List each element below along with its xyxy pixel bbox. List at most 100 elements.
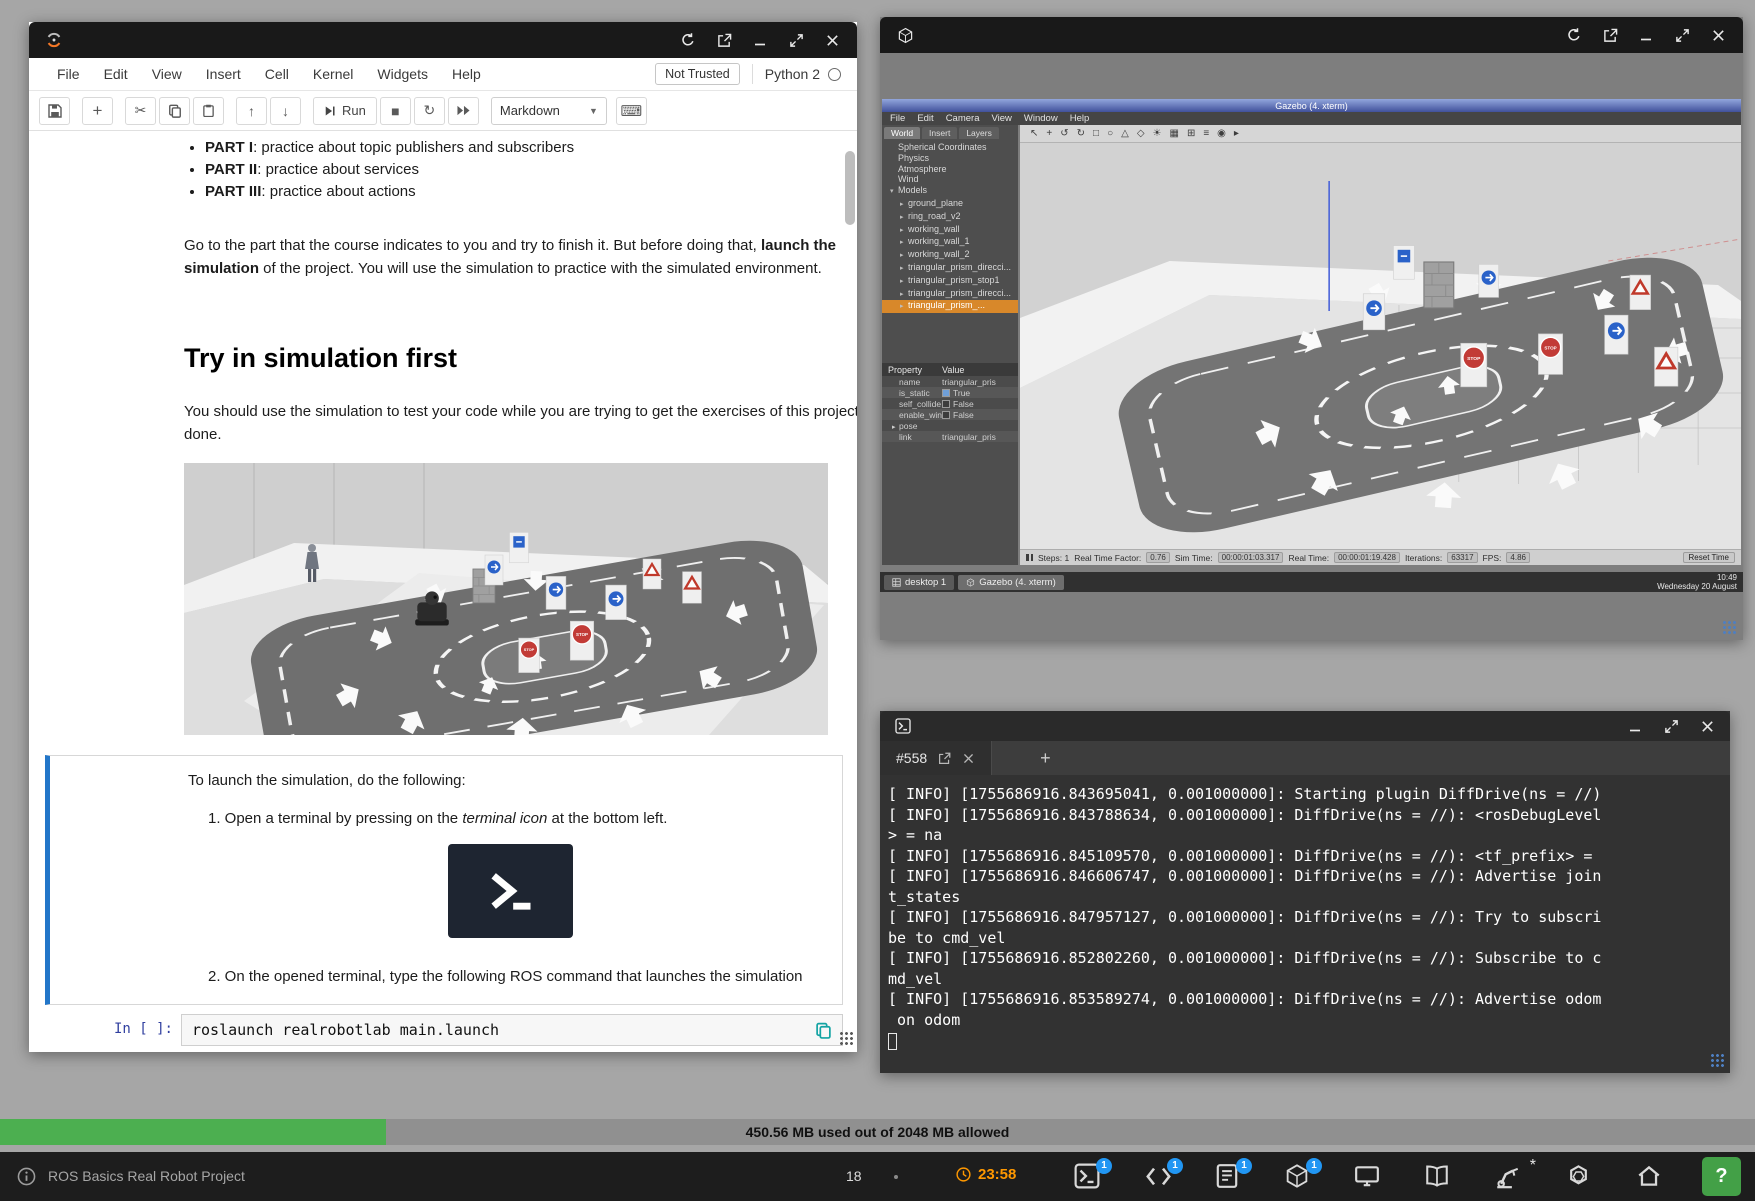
- property-row[interactable]: self_collide False: [882, 398, 1018, 409]
- desktop-switcher[interactable]: desktop 1: [884, 575, 954, 590]
- tab-insert[interactable]: Insert: [922, 127, 957, 139]
- gazebo-tool-icon[interactable]: △: [1121, 125, 1129, 143]
- taskbar-window-button[interactable]: Gazebo (4. xterm): [958, 575, 1064, 590]
- command-palette-button[interactable]: ⌨: [616, 97, 647, 125]
- tree-item[interactable]: Spherical Coordinates: [882, 142, 1018, 153]
- open-external-icon[interactable]: [711, 29, 737, 51]
- menu-insert[interactable]: Insert: [194, 66, 253, 82]
- remote-desktop[interactable]: Gazebo (4. xterm) FileEditCameraViewWind…: [880, 53, 1743, 640]
- checkbox-icon[interactable]: [942, 411, 950, 419]
- gazebo-tool-icon[interactable]: ○: [1107, 125, 1113, 143]
- tree-item[interactable]: Physics: [882, 153, 1018, 164]
- copy-code-icon[interactable]: [815, 1022, 832, 1039]
- gazebo-titlebar[interactable]: [880, 17, 1743, 53]
- dock-chatgpt-icon[interactable]: [1565, 1163, 1593, 1191]
- tree-item[interactable]: ▸triangular_prism_stop1: [882, 275, 1018, 288]
- add-cell-button[interactable]: +: [82, 97, 113, 125]
- new-tab-button[interactable]: +: [1040, 748, 1051, 769]
- terminal-tab[interactable]: #558: [880, 741, 992, 775]
- steps-control[interactable]: Steps: 1: [1038, 553, 1069, 563]
- minimize-icon[interactable]: [747, 29, 773, 51]
- tree-item[interactable]: ▸working_wall_1: [882, 236, 1018, 249]
- menu-widgets[interactable]: Widgets: [365, 66, 440, 82]
- property-row[interactable]: is_static True: [882, 387, 1018, 398]
- gazebo-tool-icon[interactable]: ⊞: [1187, 125, 1195, 143]
- gazebo-tool-icon[interactable]: ☀: [1153, 125, 1162, 143]
- move-cell-up-button[interactable]: ↑: [236, 97, 267, 125]
- cut-cell-button[interactable]: ✂: [125, 97, 156, 125]
- run-button[interactable]: Run: [313, 97, 377, 125]
- detach-tab-icon[interactable]: [938, 752, 951, 765]
- menu-edit[interactable]: Edit: [92, 66, 140, 82]
- close-icon[interactable]: [819, 29, 845, 51]
- code-input[interactable]: roslaunch realrobotlab main.launch: [181, 1014, 843, 1046]
- terminal-titlebar[interactable]: [880, 711, 1730, 741]
- tree-expand-icon[interactable]: ▸: [900, 213, 908, 224]
- dock-notebook-icon[interactable]: 1: [1214, 1163, 1242, 1191]
- move-cell-down-button[interactable]: ↓: [270, 97, 301, 125]
- tab-world[interactable]: World: [884, 127, 920, 139]
- dock-terminal-icon[interactable]: 1: [1074, 1163, 1102, 1191]
- reload-icon[interactable]: [675, 29, 701, 51]
- tree-expand-icon[interactable]: ▸: [900, 302, 908, 313]
- resize-grip[interactable]: [839, 1031, 854, 1046]
- tree-expand-icon[interactable]: ▸: [900, 264, 908, 275]
- minimize-icon[interactable]: [1622, 715, 1648, 737]
- checkbox-icon[interactable]: [942, 389, 950, 397]
- property-row[interactable]: enable_wind False: [882, 409, 1018, 420]
- gazebo-tool-icon[interactable]: ◇: [1137, 125, 1145, 143]
- menu-cell[interactable]: Cell: [253, 66, 301, 82]
- cell-type-select[interactable]: Markdown▼: [491, 97, 607, 125]
- dock-code-editor-icon[interactable]: 1: [1145, 1163, 1173, 1191]
- tree-expand-icon[interactable]: ▸: [900, 290, 908, 301]
- gazebo-tool-icon[interactable]: ↺: [1060, 125, 1068, 143]
- gazebo-tool-icon[interactable]: ◉: [1217, 125, 1226, 143]
- info-icon[interactable]: [16, 1166, 37, 1187]
- tree-item[interactable]: ▸triangular_prism_direcci...: [882, 262, 1018, 275]
- restart-kernel-button[interactable]: ↻: [414, 97, 445, 125]
- maximize-icon[interactable]: [1658, 715, 1684, 737]
- gazebo-menu-item[interactable]: Camera: [946, 113, 980, 124]
- tree-item[interactable]: ▸ring_road_v2: [882, 211, 1018, 224]
- tree-item[interactable]: ▸triangular_prism_...: [882, 300, 1018, 313]
- save-button[interactable]: [39, 97, 70, 125]
- tree-expand-icon[interactable]: ▾: [890, 187, 898, 198]
- not-trusted-badge[interactable]: Not Trusted: [655, 63, 740, 85]
- stop-button[interactable]: ■: [380, 97, 411, 125]
- pause-icon[interactable]: [1026, 554, 1033, 561]
- menu-help[interactable]: Help: [440, 66, 493, 82]
- reload-icon[interactable]: [1561, 24, 1587, 46]
- resize-grip[interactable]: [1722, 620, 1737, 635]
- menu-view[interactable]: View: [140, 66, 194, 82]
- tree-item[interactable]: ▸working_wall_2: [882, 249, 1018, 262]
- gazebo-tool-icon[interactable]: ≡: [1203, 125, 1209, 143]
- dock-robot-arm-icon[interactable]: *: [1495, 1163, 1523, 1191]
- tree-expand-icon[interactable]: ▸: [900, 277, 908, 288]
- tree-expand-icon[interactable]: ▸: [900, 200, 908, 211]
- dock-monitor-icon[interactable]: [1354, 1163, 1382, 1191]
- tree-expand-icon[interactable]: ▸: [900, 251, 908, 262]
- gazebo-tool-icon[interactable]: ▦: [1169, 125, 1178, 143]
- close-icon[interactable]: [1694, 715, 1720, 737]
- gazebo-menu-item[interactable]: View: [991, 113, 1011, 124]
- dock-gazebo-icon[interactable]: 1: [1284, 1163, 1312, 1191]
- gazebo-tool-icon[interactable]: □: [1093, 125, 1099, 143]
- tree-item[interactable]: ▸ground_plane: [882, 198, 1018, 211]
- help-button[interactable]: ?: [1702, 1157, 1741, 1196]
- gazebo-tool-icon[interactable]: ↻: [1077, 125, 1085, 143]
- property-row[interactable]: link triangular_pris: [882, 431, 1018, 442]
- terminal-output[interactable]: [ INFO] [1755686916.843695041, 0.0010000…: [880, 775, 1730, 1073]
- tree-expand-icon[interactable]: ▸: [900, 226, 908, 237]
- open-external-icon[interactable]: [1597, 24, 1623, 46]
- maximize-icon[interactable]: [1669, 24, 1695, 46]
- gazebo-menu-item[interactable]: Edit: [917, 113, 933, 124]
- scrollbar-thumb[interactable]: [845, 151, 855, 225]
- close-tab-icon[interactable]: [962, 752, 975, 765]
- tree-item[interactable]: ▾Models: [882, 185, 1018, 198]
- dock-home-icon[interactable]: [1636, 1163, 1664, 1191]
- gazebo-tool-icon[interactable]: ▸: [1234, 125, 1239, 143]
- reset-time-button[interactable]: Reset Time: [1683, 552, 1735, 563]
- menu-kernel[interactable]: Kernel: [301, 66, 365, 82]
- property-row[interactable]: name triangular_pris: [882, 376, 1018, 387]
- gazebo-tool-icon[interactable]: ↖: [1030, 125, 1038, 143]
